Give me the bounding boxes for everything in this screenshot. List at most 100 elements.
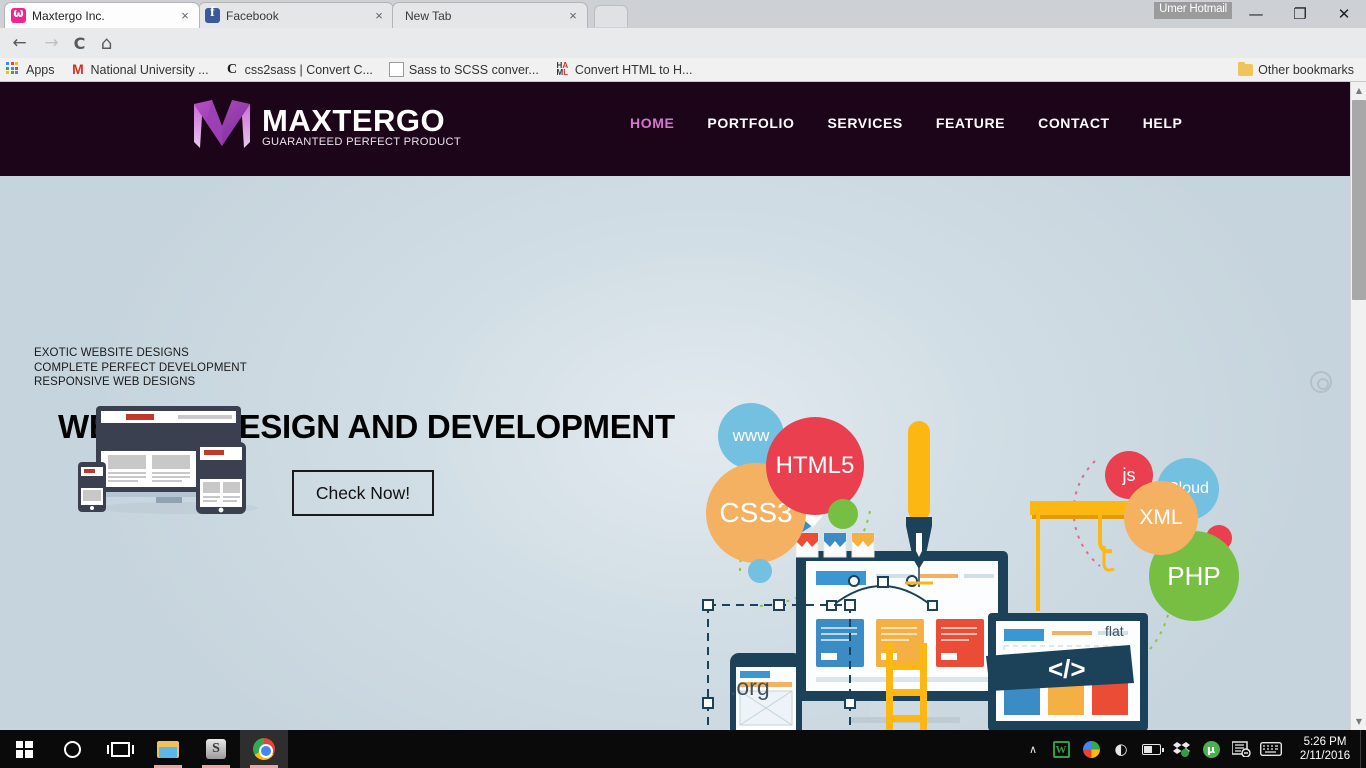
notification-icon[interactable]: [1226, 730, 1256, 768]
reload-icon[interactable]: C: [66, 30, 93, 56]
tab-title: Facebook: [226, 8, 279, 23]
nav-item-contact[interactable]: CONTACT: [1038, 115, 1110, 131]
battery-icon[interactable]: [1136, 730, 1166, 768]
browser-toolbar: ← → C ⌂ localhost:1234/PracticeProject/i…: [0, 28, 1366, 84]
browser-tab-maxtergo[interactable]: Maxtergo Inc. ×: [4, 2, 200, 28]
cortana-search-button[interactable]: [48, 730, 96, 768]
tab-strip: Maxtergo Inc. × Facebook × New Tab × Ume…: [0, 0, 1366, 28]
nav-item-home[interactable]: HOME: [630, 115, 674, 131]
nav-item-help[interactable]: HELP: [1143, 115, 1183, 131]
slider-indicator-icon[interactable]: [1310, 371, 1332, 393]
bookmark-label: National University ...: [90, 62, 209, 77]
folder-icon: [1238, 61, 1254, 76]
code-tag-text: </>: [1048, 654, 1086, 684]
html-icon: HA ML: [556, 61, 569, 77]
bookmark-label: Sass to SCSS conver...: [408, 62, 539, 77]
windows-taskbar: S ∧ W ◐ µ 5:26 PM 2/11/2016: [0, 730, 1366, 768]
bubble-dot-green: [828, 499, 858, 529]
label-dot-org: .org: [730, 674, 770, 700]
bookmark-sass-to-scss[interactable]: Sass to SCSS conver...: [388, 62, 539, 77]
nav-item-portfolio[interactable]: PORTFOLIO: [707, 115, 794, 131]
dropbox-icon[interactable]: [1166, 730, 1196, 768]
bookmark-label: Apps: [26, 62, 55, 77]
label-flat: flat: [1105, 623, 1124, 639]
new-tab-button[interactable]: [594, 5, 628, 27]
logo-wordmark: MAXTERGO GUARANTEED PERFECT PRODUCT: [262, 105, 461, 149]
forward-icon[interactable]: →: [38, 30, 65, 56]
hero-subline: EXOTIC WEBSITE DESIGNS: [34, 347, 189, 359]
show-hidden-icons-icon[interactable]: ∧: [1020, 743, 1046, 756]
maxtergo-favicon-icon: [11, 6, 26, 23]
maximize-icon[interactable]: ❐: [1278, 0, 1322, 28]
sublime-text-icon: S: [206, 739, 226, 759]
minimize-icon[interactable]: —: [1234, 0, 1278, 28]
scroll-up-icon[interactable]: ▲: [1351, 82, 1366, 99]
utorrent-icon[interactable]: µ: [1196, 730, 1226, 768]
site-header: MAXTERGO GUARANTEED PERFECT PRODUCT HOME…: [0, 82, 1350, 176]
chrome-icon: [253, 738, 275, 760]
site-logo[interactable]: MAXTERGO GUARANTEED PERFECT PRODUCT: [190, 96, 461, 158]
hero-subline: RESPONSIVE WEB DESIGNS: [34, 376, 196, 388]
taskbar-preview-chip: Umer Hotmail: [1154, 2, 1232, 19]
nav-item-services[interactable]: SERVICES: [827, 115, 902, 131]
taskbar-clock[interactable]: 5:26 PM 2/11/2016: [1286, 735, 1366, 763]
nav-item-feature[interactable]: FEATURE: [936, 115, 1005, 131]
facebook-favicon-icon: [205, 5, 220, 23]
screen: Maxtergo Inc. × Facebook × New Tab × Ume…: [0, 0, 1366, 768]
window-controls: — ❐ ✕: [1234, 0, 1366, 28]
bubble-xml: XML: [1124, 481, 1198, 555]
word-icon[interactable]: W: [1046, 730, 1076, 768]
check-now-button[interactable]: Check Now!: [292, 470, 434, 516]
show-desktop-button[interactable]: [1360, 730, 1366, 768]
bookmark-convert-html[interactable]: HA ML Convert HTML to H...: [555, 62, 693, 77]
scroll-down-icon[interactable]: ▼: [1351, 713, 1366, 730]
gmail-icon: M: [72, 61, 84, 77]
browser-tab-facebook[interactable]: Facebook ×: [198, 2, 394, 28]
taskbar-sublime-text[interactable]: S: [192, 730, 240, 768]
tab-title: New Tab: [405, 8, 452, 23]
browser-chrome: Maxtergo Inc. × Facebook × New Tab × Ume…: [0, 0, 1366, 84]
logo-tagline: GUARANTEED PERFECT PRODUCT: [262, 136, 462, 148]
cortana-circle-icon: [63, 740, 81, 758]
letter-c-icon: C: [227, 62, 238, 77]
apps-grid-icon: [6, 62, 21, 77]
taskbar-file-explorer[interactable]: [144, 730, 192, 768]
start-button[interactable]: [0, 730, 48, 768]
clock-time: 5:26 PM: [1303, 736, 1347, 748]
back-icon[interactable]: ←: [6, 30, 33, 56]
document-icon: [388, 62, 404, 77]
taskbar-google-chrome[interactable]: [240, 730, 288, 768]
tab-title: Maxtergo Inc.: [32, 8, 105, 23]
close-window-icon[interactable]: ✕: [1322, 0, 1366, 28]
bookmark-label: css2sass | Convert C...: [244, 62, 373, 77]
maxtergo-butterfly-logo-icon: [190, 96, 254, 158]
windows-logo-icon: [15, 740, 33, 758]
bookmarks-bar: Apps M National University ... C css2sas…: [0, 58, 1366, 82]
scrollbar-thumb[interactable]: [1352, 100, 1366, 300]
system-tray: ∧ W ◐ µ 5:26 PM 2/11/2016: [1020, 730, 1366, 768]
bookmark-css2sass[interactable]: C css2sass | Convert C...: [225, 62, 373, 77]
other-bookmarks[interactable]: Other bookmarks: [1238, 61, 1354, 77]
home-icon[interactable]: ⌂: [93, 30, 120, 56]
taskbar-items: S: [0, 730, 288, 768]
hero-section: EXOTIC WEBSITE DESIGNS COMPLETE PERFECT …: [0, 176, 1350, 730]
close-tab-icon[interactable]: ×: [177, 8, 193, 23]
close-tab-icon[interactable]: ×: [371, 8, 387, 23]
task-view-icon: [106, 741, 134, 757]
task-view-button[interactable]: [96, 730, 144, 768]
close-tab-icon[interactable]: ×: [565, 8, 581, 23]
hero-subline: COMPLETE PERFECT DEVELOPMENT: [34, 361, 247, 374]
wifi-icon[interactable]: ◐: [1106, 730, 1136, 768]
bubble-dot-blue: [748, 559, 772, 583]
browser-tab-new-tab[interactable]: New Tab ×: [392, 2, 588, 28]
keyboard-icon[interactable]: [1256, 730, 1286, 768]
other-bookmarks-label: Other bookmarks: [1258, 62, 1354, 77]
bookmark-apps[interactable]: Apps: [6, 62, 55, 77]
page-scrollbar[interactable]: ▲ ▼: [1350, 82, 1366, 730]
file-explorer-icon: [157, 740, 179, 758]
bookmark-national-university[interactable]: M National University ...: [71, 61, 209, 77]
webpage: MAXTERGO GUARANTEED PERFECT PRODUCT HOME…: [0, 82, 1350, 730]
bookmark-label: Convert HTML to H...: [574, 62, 693, 77]
google-drive-icon[interactable]: [1076, 730, 1106, 768]
hero-subtext: EXOTIC WEBSITE DESIGNS COMPLETE PERFECT …: [34, 346, 247, 390]
